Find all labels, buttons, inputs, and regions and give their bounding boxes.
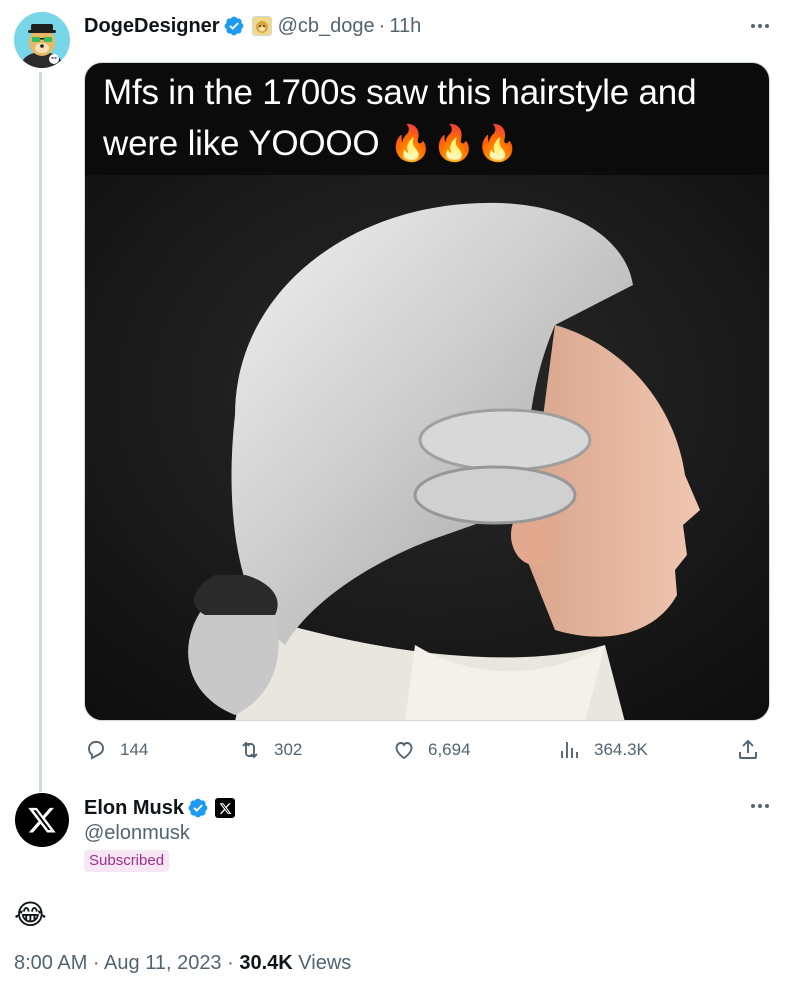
tweet2-more-icon[interactable] <box>744 794 776 818</box>
verified-badge-icon <box>223 15 245 37</box>
verified-badge-icon <box>187 797 209 819</box>
tweet1-more-icon[interactable] <box>744 14 776 38</box>
repost-button[interactable]: 302 <box>238 735 302 765</box>
thread-connector-line <box>39 72 42 792</box>
elonmusk-avatar[interactable] <box>15 793 69 847</box>
repost-icon <box>242 741 258 759</box>
reply-count: 144 <box>120 740 149 759</box>
x-logo-icon <box>28 807 56 833</box>
dogedesigner-avatar[interactable] <box>14 12 70 68</box>
like-count: 6,694 <box>428 740 471 759</box>
like-icon <box>395 742 413 760</box>
tweet2-timestamp[interactable]: 8:00 AM · Aug 11, 2023 · <box>14 952 239 974</box>
tweet1-action-bar: 144 302 6,694 364.3K <box>84 735 770 765</box>
tweet1-header: DogeDesigner @cb_doge · 11h <box>84 10 421 42</box>
repost-count: 302 <box>274 740 303 759</box>
wig-photo <box>85 175 769 720</box>
tweet1-media[interactable]: Mfs in the 1700s saw this hairstyle and … <box>84 62 770 721</box>
share-icon <box>739 739 757 759</box>
separator-dot: · <box>378 14 386 37</box>
tweet2-header: Elon Musk <box>84 794 236 822</box>
tweet1-handle[interactable]: @cb_doge <box>278 15 375 38</box>
doge-affiliate-badge-icon[interactable] <box>251 16 272 36</box>
views-count: 364.3K <box>594 740 648 759</box>
tweet1-time[interactable]: 11h <box>389 15 421 38</box>
reply-icon <box>88 741 104 760</box>
media-caption: Mfs in the 1700s saw this hairstyle and … <box>103 73 697 163</box>
tweet2-views-label: Views <box>292 952 352 974</box>
subscribed-badge: Subscribed <box>84 850 170 872</box>
tweet2-meta: 8:00 AM · Aug 11, 2023 · 30.4K Views <box>14 952 351 975</box>
tweet2-handle[interactable]: @elonmusk <box>84 822 190 845</box>
reply-button[interactable]: 144 <box>84 735 148 765</box>
views-icon <box>561 742 578 758</box>
tweet2-view-count: 30.4K <box>239 952 293 974</box>
x-affiliate-badge-icon[interactable] <box>215 798 236 818</box>
tweet1-display-name[interactable]: DogeDesigner <box>84 15 220 38</box>
tweet2-display-name[interactable]: Elon Musk <box>84 797 184 820</box>
views-button[interactable]: 364.3K <box>558 735 648 765</box>
tweet2-text: 😂 <box>14 899 47 930</box>
like-button[interactable]: 6,694 <box>392 735 471 765</box>
share-button[interactable] <box>736 735 760 765</box>
